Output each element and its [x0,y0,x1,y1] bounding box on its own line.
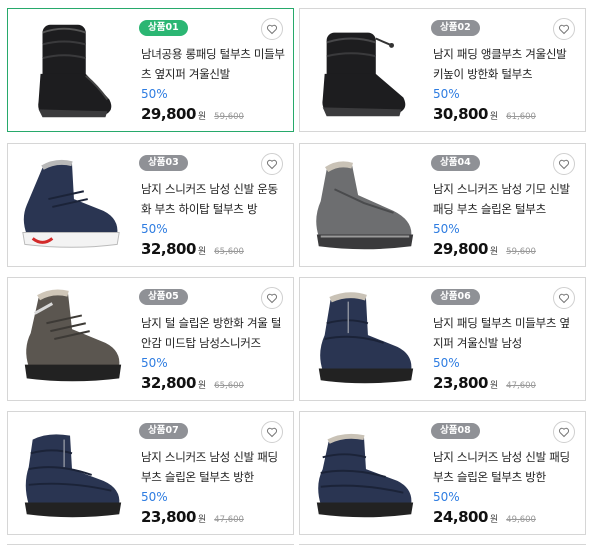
currency-unit: 원 [489,247,499,257]
discount-rate: 50% [433,356,460,370]
currency-unit: 원 [197,112,207,122]
discount-rate: 50% [433,222,460,236]
product-card[interactable]: 상품05 남지 털 슬립온 방한화 겨울 털안감 미드탑 남성스니커즈 50% … [7,277,294,401]
product-title[interactable]: 남지 패딩 앵클부츠 겨울신발 키높이 방한화 털부츠 [433,44,579,84]
discount-rate: 50% [141,222,168,236]
product-number-badge: 상품04 [431,155,480,171]
boot-image [22,159,120,248]
sale-price: 32,800 [141,374,196,392]
original-price: 49,600 [506,515,536,525]
product-title[interactable]: 남지 패딩 털부츠 미들부츠 옆지퍼 겨울신발 남성 [433,313,579,353]
next-row-card-edge [299,544,586,548]
product-card[interactable]: 상품07 남지 스니커즈 남성 신발 패딩 부츠 슬립온 털부츠 방한 50% … [7,411,294,535]
price-line: 24,800 원 49,600 [433,507,536,526]
product-number-badge: 상품06 [431,289,480,305]
sale-price: 30,800 [433,105,488,123]
wishlist-heart-icon[interactable] [553,153,575,175]
wishlist-heart-icon[interactable] [261,153,283,175]
product-number-badge: 상품02 [431,20,480,36]
price-line: 29,800 원 59,600 [141,104,244,123]
product-image[interactable] [300,9,428,131]
product-image[interactable] [300,144,428,266]
product-image[interactable] [8,412,136,534]
product-number-badge: 상품07 [139,423,188,439]
product-title[interactable]: 남지 스니커즈 남성 신발 패딩 부츠 슬립온 털부츠 방한 [141,447,287,487]
currency-unit: 원 [197,247,207,257]
currency-unit: 원 [489,112,499,122]
price-line: 23,800 원 47,600 [433,373,536,392]
product-card[interactable]: 상품02 남지 패딩 앵클부츠 겨울신발 키높이 방한화 털부츠 50% 30,… [299,8,586,132]
next-row-card-edge [7,544,294,548]
original-price: 47,600 [506,381,536,391]
product-title[interactable]: 남녀공용 롱패딩 털부츠 미들부츠 옆지퍼 겨울신발 [141,44,287,84]
wishlist-heart-icon[interactable] [261,421,283,443]
price-line: 32,800 원 65,600 [141,239,244,258]
discount-rate: 50% [433,87,460,101]
discount-rate: 50% [141,87,168,101]
currency-unit: 원 [489,515,499,525]
original-price: 61,600 [506,112,536,122]
sale-price: 23,800 [141,508,196,526]
price-line: 23,800 원 47,600 [141,507,244,526]
product-card[interactable]: 상품08 남지 스니커즈 남성 신발 패딩 부츠 슬립온 털부츠 방한 50% … [299,411,586,535]
currency-unit: 원 [197,515,207,525]
product-title[interactable]: 남지 스니커즈 남성 기모 신발 패딩 부츠 슬립온 털부츠 [433,179,579,219]
product-title[interactable]: 남지 스니커즈 남성 신발 운동화 부츠 하이탑 털부츠 방 [141,179,287,219]
product-image[interactable] [8,9,136,131]
original-price: 47,600 [214,515,244,525]
product-card[interactable]: 상품03 남지 스니커즈 남성 신발 운동화 부츠 하이탑 털부츠 방 50% … [7,143,294,267]
product-card[interactable]: 상품04 남지 스니커즈 남성 기모 신발 패딩 부츠 슬립온 털부츠 50% … [299,143,586,267]
sale-price: 29,800 [141,105,196,123]
wishlist-heart-icon[interactable] [261,287,283,309]
sale-price: 29,800 [433,240,488,258]
boot-image [322,32,406,117]
sale-price: 32,800 [141,240,196,258]
product-grid: 상품01 남녀공용 롱패딩 털부츠 미들부츠 옆지퍼 겨울신발 50% 29,8… [0,0,591,547]
product-number-badge: 상품03 [139,155,188,171]
product-image[interactable] [300,278,428,400]
price-line: 29,800 원 59,600 [433,239,536,258]
product-card[interactable]: 상품06 남지 패딩 털부츠 미들부츠 옆지퍼 겨울신발 남성 50% 23,8… [299,277,586,401]
discount-rate: 50% [141,356,168,370]
boot-image [38,24,112,118]
price-line: 30,800 원 61,600 [433,104,536,123]
original-price: 59,600 [506,247,536,257]
boot-image [316,433,414,518]
boot-image [318,292,414,384]
boot-image [24,434,122,518]
product-number-badge: 상품08 [431,423,480,439]
price-line: 32,800 원 65,600 [141,373,244,392]
wishlist-heart-icon[interactable] [261,18,283,40]
product-title[interactable]: 남지 스니커즈 남성 신발 패딩 부츠 슬립온 털부츠 방한 [433,447,579,487]
original-price: 59,600 [214,112,244,122]
wishlist-heart-icon[interactable] [553,18,575,40]
boot-image [316,161,414,250]
currency-unit: 원 [197,381,207,391]
original-price: 65,600 [214,381,244,391]
product-image[interactable] [8,278,136,400]
sale-price: 24,800 [433,508,488,526]
product-number-badge: 상품05 [139,289,188,305]
product-number-badge: 상품01 [139,20,188,36]
discount-rate: 50% [141,490,168,504]
product-image[interactable] [300,412,428,534]
wishlist-heart-icon[interactable] [553,421,575,443]
currency-unit: 원 [489,381,499,391]
sale-price: 23,800 [433,374,488,392]
original-price: 65,600 [214,247,244,257]
discount-rate: 50% [433,490,460,504]
product-card[interactable]: 상품01 남녀공용 롱패딩 털부츠 미들부츠 옆지퍼 겨울신발 50% 29,8… [7,8,294,132]
product-image[interactable] [8,144,136,266]
product-title[interactable]: 남지 털 슬립온 방한화 겨울 털안감 미드탑 남성스니커즈 [141,313,287,353]
wishlist-heart-icon[interactable] [553,287,575,309]
boot-image [24,289,122,382]
